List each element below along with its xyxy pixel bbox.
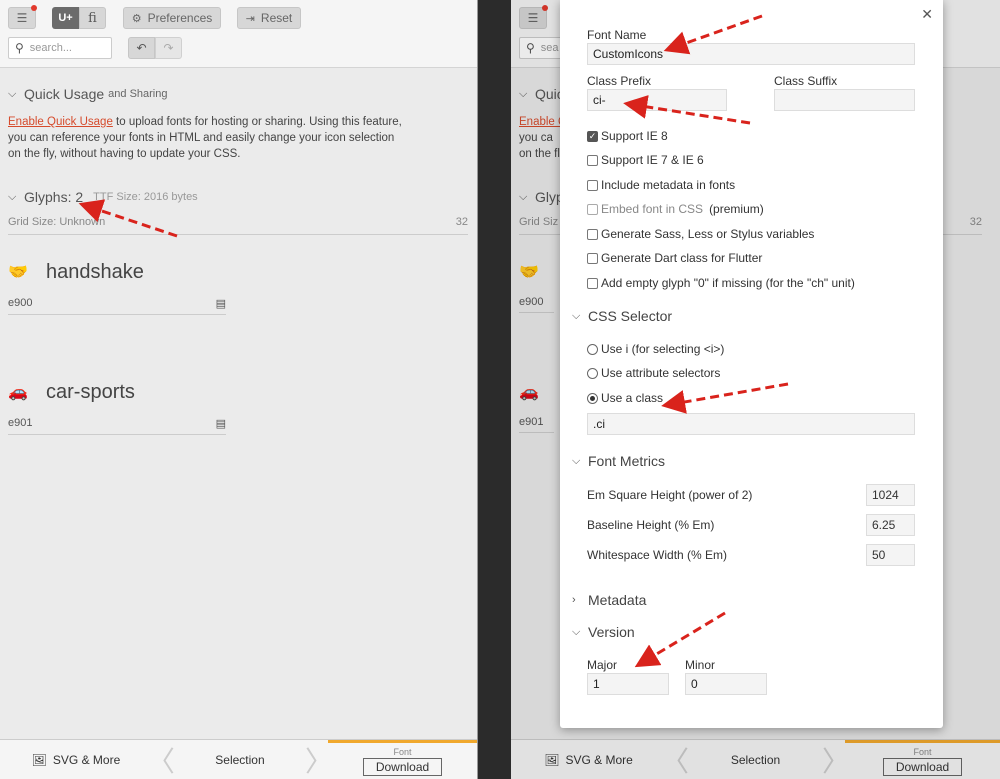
chevron-down-icon: ⌵ [8, 87, 17, 100]
chevron-down-icon: ⌵ [572, 625, 581, 638]
redo-button[interactable]: ↷ [155, 37, 182, 59]
download-button[interactable]: Download [362, 757, 443, 776]
search-input[interactable]: ⚲ search... [8, 37, 112, 59]
class-suffix-label: Class Suffix [774, 74, 838, 88]
ligature-view-button[interactable]: fi [79, 7, 106, 29]
list-icon[interactable]: ▤ [216, 297, 226, 310]
minor-input[interactable]: 0 [685, 673, 767, 695]
radio-icon[interactable] [587, 367, 598, 379]
undo-button[interactable]: ↶ [128, 37, 155, 59]
checkbox-checked-icon[interactable]: ✓ [587, 130, 598, 142]
class-prefix-label: Class Prefix [587, 74, 652, 88]
support-ie7-checkbox[interactable]: Support IE 7 & IE 6 [587, 153, 704, 167]
checkbox-icon[interactable] [587, 203, 598, 215]
baseline-input[interactable]: 6.25 [866, 514, 915, 536]
car-icon: 🚗 [8, 384, 28, 401]
ttf-size: TTF Size: 2016 bytes [93, 191, 198, 203]
baseline-row: Baseline Height (% Em) 6.25 [587, 514, 915, 536]
selector-radio-i[interactable]: Use i (for selecting <i>) [587, 342, 724, 356]
checkbox-icon[interactable] [587, 154, 598, 166]
class-prefix-input[interactable]: ci- [587, 89, 727, 111]
notification-dot [31, 5, 37, 11]
reset-icon: ⇥ [245, 12, 255, 25]
class-suffix-input[interactable] [774, 89, 915, 111]
font-tab[interactable]: Font Download [328, 740, 477, 779]
close-icon[interactable]: ✕ [921, 6, 933, 23]
font-metrics-header[interactable]: ⌵ Font Metrics [572, 453, 665, 469]
menu-button[interactable]: ☰ [8, 5, 37, 29]
grid-size-row: Grid Size: Unknown 32 [8, 216, 468, 235]
separator: 〈 [146, 745, 175, 777]
handshake-icon: 🤝 [8, 264, 28, 281]
svg-more-tab[interactable]: 🖼 SVG & More [0, 740, 152, 779]
selector-radio-attribute[interactable]: Use attribute selectors [587, 366, 720, 380]
separator: 〉 [305, 745, 334, 777]
font-name-input[interactable]: CustomIcons [587, 43, 915, 65]
checkbox-icon[interactable] [587, 277, 598, 289]
chevron-down-icon: ⌵ [8, 190, 17, 203]
undo-icon: ↶ [136, 41, 147, 55]
selector-radio-class[interactable]: Use a class [587, 391, 663, 405]
metadata-header[interactable]: › Metadata [572, 592, 646, 608]
checkbox-icon[interactable] [587, 179, 598, 191]
major-input[interactable]: 1 [587, 673, 669, 695]
gear-icon: ⚙ [131, 12, 142, 25]
version-header[interactable]: ⌵ Version [572, 624, 635, 640]
radio-selected-icon[interactable] [587, 392, 598, 404]
glyph-item[interactable]: 🚗 car-sports e901 ▤ [8, 377, 226, 435]
redo-icon: ↷ [163, 41, 174, 55]
chevron-right-icon: › [572, 594, 576, 606]
class-name-input[interactable]: .ci [587, 413, 915, 435]
chevron-down-icon: ⌵ [572, 454, 581, 467]
checkbox-icon[interactable] [587, 228, 598, 240]
reset-button[interactable]: ⇥ Reset [237, 7, 301, 29]
left-panel: ☰ U+ fi ⚙ Preferences ⇥ Reset ⚲ search..… [0, 0, 478, 779]
unicode-view-button[interactable]: U+ [52, 7, 79, 29]
minor-label: Minor [685, 658, 716, 672]
include-metadata-checkbox[interactable]: Include metadata in fonts [587, 178, 735, 192]
font-preferences-dialog: ✕ Font Name CustomIcons Class Prefix ci-… [560, 0, 943, 728]
major-label: Major [587, 658, 618, 672]
quick-usage-text: Enable Quick Usage to upload fonts for h… [8, 116, 402, 160]
chevron-down-icon: ⌵ [572, 309, 581, 322]
glyphs-header[interactable]: ⌵ Glyphs: 2 TTF Size: 2016 bytes [8, 189, 198, 205]
bottom-bar: 🖼 SVG & More 〈 Selection 〉 Font Download [0, 739, 477, 779]
whitespace-input[interactable]: 50 [866, 544, 915, 566]
font-name-label: Font Name [587, 28, 647, 42]
em-square-input[interactable]: 1024 [866, 484, 915, 506]
css-selector-header[interactable]: ⌵ CSS Selector [572, 308, 672, 324]
radio-icon[interactable] [587, 343, 598, 355]
enable-quick-usage-link[interactable]: Enable Quick Usage [8, 116, 113, 128]
glyph-item[interactable]: 🤝 handshake e900 ▤ [8, 257, 226, 315]
search-icon: ⚲ [15, 41, 24, 55]
generate-sass-checkbox[interactable]: Generate Sass, Less or Stylus variables [587, 227, 814, 241]
list-icon[interactable]: ▤ [216, 417, 226, 430]
selection-tab[interactable]: Selection [170, 740, 310, 779]
generate-dart-checkbox[interactable]: Generate Dart class for Flutter [587, 251, 762, 265]
preferences-button[interactable]: ⚙ Preferences [123, 7, 221, 29]
empty-glyph-checkbox[interactable]: Add empty glyph "0" if missing (for the … [587, 276, 855, 290]
whitespace-row: Whitespace Width (% Em) 50 [587, 544, 915, 566]
support-ie8-checkbox[interactable]: ✓ Support IE 8 [587, 129, 668, 143]
embed-font-checkbox[interactable]: Embed font in CSS (premium) [587, 202, 764, 216]
image-icon: 🖼 [31, 752, 47, 767]
quick-usage-header[interactable]: ⌵ Quick Usage and Sharing [8, 86, 167, 102]
toolbar: ☰ U+ fi ⚙ Preferences ⇥ Reset ⚲ search..… [0, 0, 477, 68]
em-square-row: Em Square Height (power of 2) 1024 [587, 484, 915, 506]
checkbox-icon[interactable] [587, 252, 598, 264]
hamburger-icon: ☰ [16, 11, 28, 25]
